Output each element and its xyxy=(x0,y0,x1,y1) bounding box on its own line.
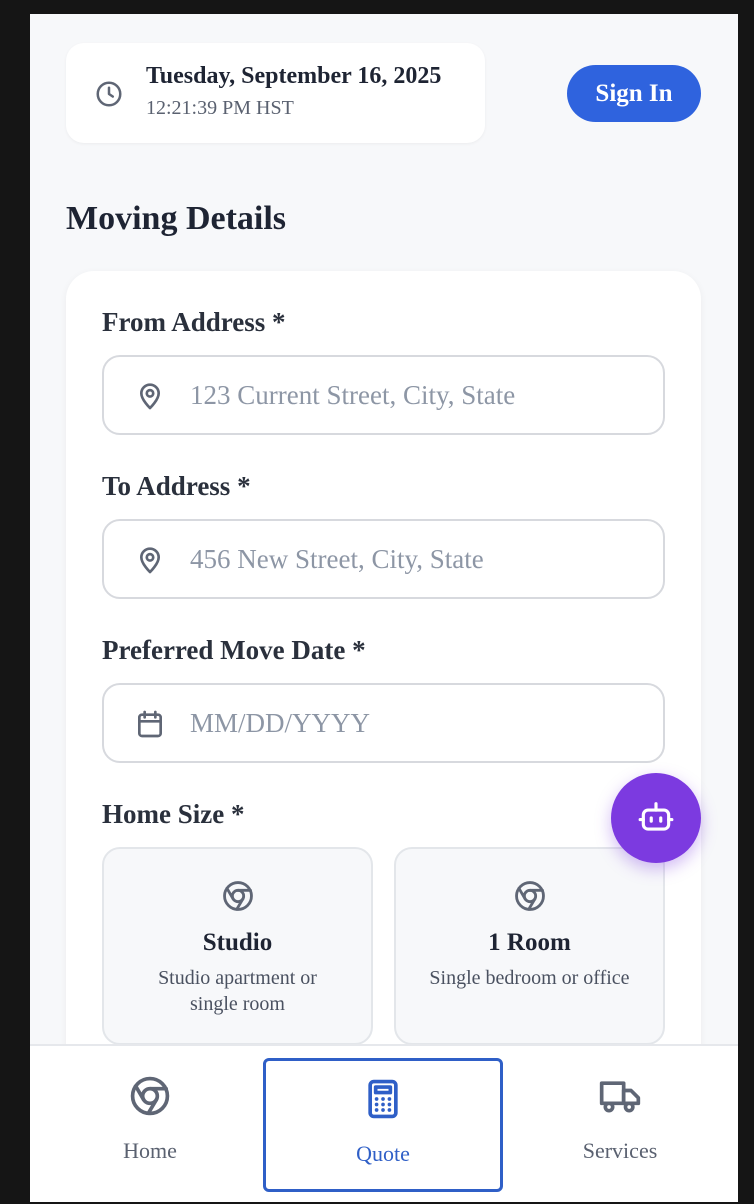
move-date-label: Preferred Move Date * xyxy=(102,635,366,665)
move-date-input[interactable] xyxy=(190,699,640,747)
robot-icon xyxy=(638,802,674,831)
home-size-option-title: Studio xyxy=(202,929,273,956)
current-time: 12:21:39 PM HST xyxy=(146,97,294,119)
nav-home[interactable]: Home xyxy=(30,1058,270,1192)
to-address-label: To Address * xyxy=(102,471,251,501)
sign-in-button[interactable]: Sign In xyxy=(567,65,701,122)
nav-services[interactable]: Services xyxy=(500,1058,738,1192)
from-address-field[interactable] xyxy=(102,355,665,435)
nav-quote[interactable]: Quote xyxy=(263,1058,503,1192)
nav-home-label: Home xyxy=(123,1138,177,1163)
home-size-option-1-room[interactable]: 1 Room Single bedroom or office xyxy=(394,847,665,1045)
home-size-option-title: 1 Room xyxy=(488,929,571,956)
chrome-icon xyxy=(514,881,545,911)
map-pin-icon xyxy=(140,383,160,410)
move-date-field[interactable] xyxy=(102,683,665,763)
to-address-input[interactable] xyxy=(190,535,640,583)
nav-services-label: Services xyxy=(582,1138,658,1163)
date-time-card: Tuesday, September 16, 2025 12:21:39 PM … xyxy=(66,43,485,143)
current-date: Tuesday, September 16, 2025 xyxy=(146,63,442,89)
truck-icon xyxy=(599,1081,641,1113)
chrome-icon xyxy=(222,881,253,911)
chrome-icon xyxy=(130,1076,170,1116)
calculator-icon xyxy=(368,1079,398,1119)
nav-quote-label: Quote xyxy=(356,1141,410,1166)
calendar-icon xyxy=(138,710,162,738)
home-size-label: Home Size * xyxy=(102,799,245,829)
to-address-field[interactable] xyxy=(102,519,665,599)
home-size-option-desc: Studio apartment or single room xyxy=(158,967,317,1015)
home-size-option-desc: Single bedroom or office xyxy=(429,967,630,989)
from-address-label: From Address * xyxy=(102,307,286,337)
from-address-input[interactable] xyxy=(190,371,640,419)
clock-icon xyxy=(96,81,122,107)
map-pin-icon xyxy=(140,547,160,574)
chat-assistant-button[interactable] xyxy=(611,773,701,863)
bottom-navigation: Home Quote Services xyxy=(30,1044,738,1202)
home-size-option-studio[interactable]: Studio Studio apartment or single room xyxy=(102,847,373,1045)
page-title: Moving Details xyxy=(66,200,287,237)
app-screen: Tuesday, September 16, 2025 12:21:39 PM … xyxy=(30,14,738,1202)
